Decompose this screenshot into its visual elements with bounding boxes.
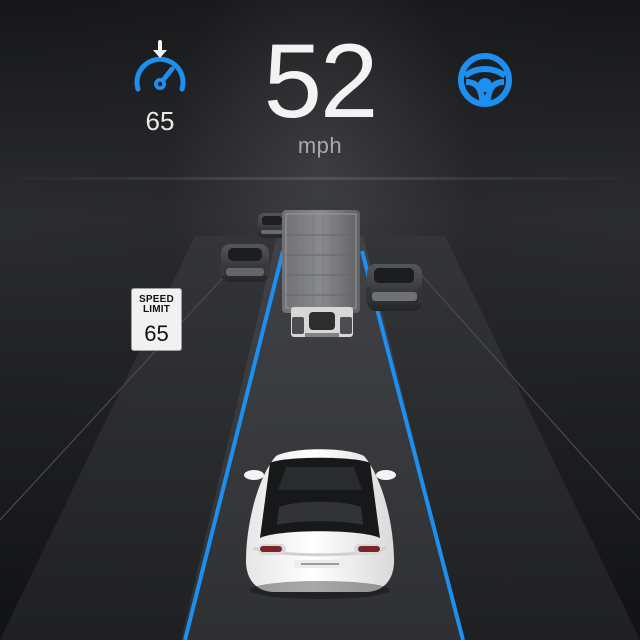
left-car-near bbox=[220, 244, 270, 282]
autopilot-display: 65 52 mph SPEED LIMIT 65 bbox=[0, 0, 640, 640]
speed-limit-title-line-2: LIMIT bbox=[142, 304, 171, 315]
ego-car bbox=[244, 449, 396, 599]
road-scene bbox=[0, 210, 640, 640]
speed-limit-value: 65 bbox=[144, 321, 169, 346]
right-car bbox=[366, 264, 423, 311]
speed-limit-title: SPEED LIMIT bbox=[131, 295, 182, 315]
lead-truck bbox=[282, 210, 360, 337]
speed-limit-sign: SPEED LIMIT 65 bbox=[131, 288, 182, 351]
left-car-far bbox=[258, 213, 286, 238]
